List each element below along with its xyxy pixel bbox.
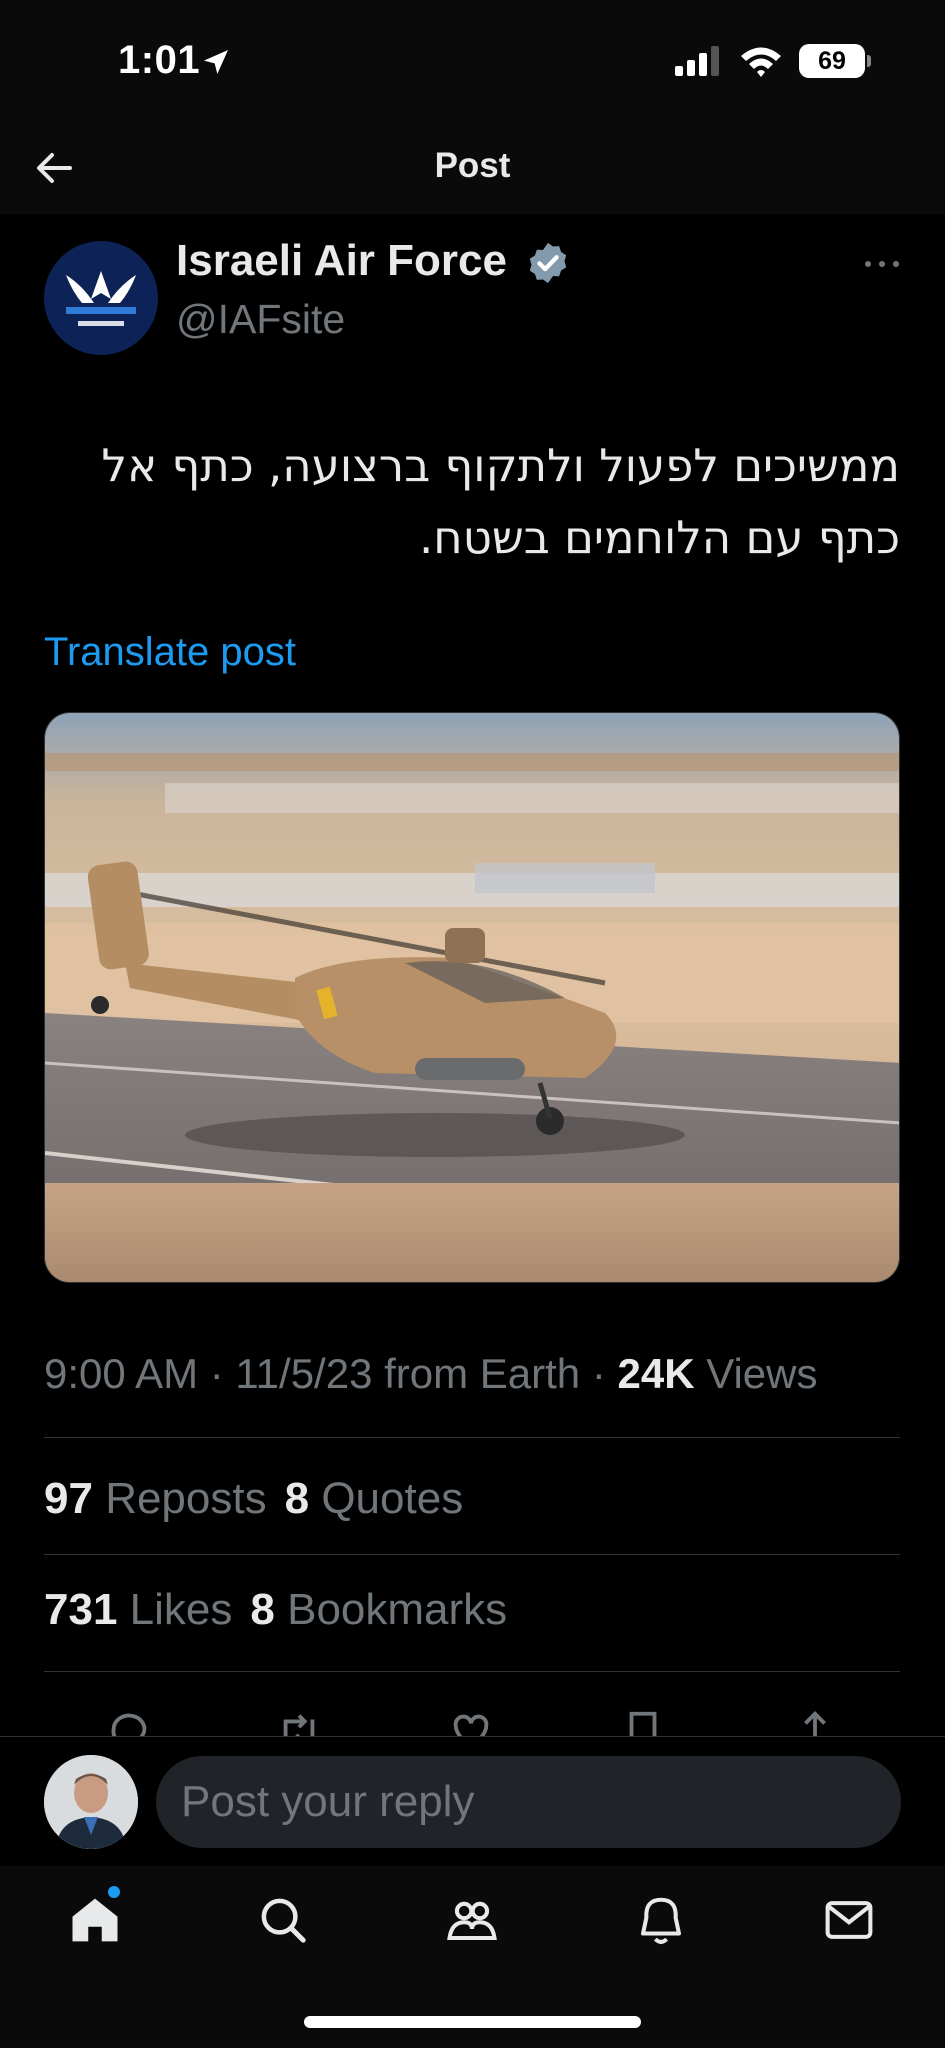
post-actions — [0, 1700, 945, 1740]
post-text-line: כתף עם הלוחמים בשטח. — [418, 511, 900, 564]
reposts-label: Reposts — [105, 1474, 267, 1523]
user-photo — [44, 1755, 138, 1849]
author-name[interactable]: Israeli Air Force — [176, 236, 507, 286]
author-handle[interactable]: @IAFsite — [176, 296, 345, 343]
likes-count: 731 — [44, 1585, 118, 1634]
location-arrow-icon — [204, 50, 228, 74]
iaf-logo-icon — [44, 241, 158, 355]
signal-icon — [675, 46, 719, 76]
home-notification-dot — [108, 1886, 120, 1898]
likes-bookmarks-stats: 731 Likes 8 Bookmarks — [44, 1585, 507, 1635]
more-options-icon[interactable] — [862, 256, 902, 272]
helicopter-photo — [45, 713, 899, 1282]
author-avatar[interactable] — [44, 241, 158, 355]
bookmarks-count: 8 — [250, 1585, 275, 1634]
likes-stat[interactable]: 731 Likes — [44, 1585, 232, 1634]
status-bar: 1:01 69 — [0, 0, 945, 120]
top-nav: Post — [0, 120, 945, 214]
reposts-stat[interactable]: 97 Reposts — [44, 1474, 267, 1523]
post-text: ממשיכים לפעול ולתקוף ברצועה, כתף אל כתף … — [44, 430, 900, 574]
divider — [44, 1554, 900, 1555]
post-photo-helicopter[interactable] — [44, 712, 900, 1283]
status-time: 1:01 — [118, 38, 201, 82]
translate-post-link[interactable]: Translate post — [44, 630, 296, 675]
views-label: Views — [694, 1350, 818, 1397]
verified-badge-icon — [529, 242, 567, 284]
views-count: 24K — [617, 1350, 695, 1397]
bookmarks-label: Bookmarks — [287, 1585, 508, 1634]
quotes-label: Quotes — [321, 1474, 464, 1523]
reply-placeholder: Post your reply — [181, 1777, 475, 1826]
current-user-avatar[interactable] — [44, 1755, 138, 1849]
battery-icon: 69 — [799, 44, 871, 78]
post-meta: 9:00 AM · 11/5/23 from Earth · 24K Views — [44, 1350, 818, 1398]
post-text-line: ממשיכים לפעול ולתקוף ברצועה, כתף אל — [101, 439, 900, 492]
divider — [44, 1671, 900, 1672]
post-timestamp: 9:00 AM · 11/5/23 from Earth · — [44, 1350, 618, 1397]
reply-input[interactable]: Post your reply — [156, 1756, 901, 1848]
divider — [44, 1437, 900, 1438]
bookmarks-stat[interactable]: 8 Bookmarks — [250, 1585, 507, 1634]
notifications-icon[interactable] — [634, 1893, 688, 1947]
quotes-count: 8 — [284, 1474, 310, 1523]
quotes-stat[interactable]: 8 Quotes — [285, 1474, 464, 1523]
home-indicator[interactable] — [304, 2016, 641, 2028]
home-icon[interactable] — [68, 1893, 122, 1947]
messages-icon[interactable] — [822, 1893, 876, 1947]
communities-icon[interactable] — [445, 1893, 499, 1947]
battery-level: 69 — [818, 46, 846, 75]
repost-quote-stats: 97 Reposts 8 Quotes — [44, 1474, 463, 1524]
reposts-count: 97 — [44, 1474, 93, 1523]
wifi-icon — [741, 47, 781, 77]
search-icon[interactable] — [256, 1893, 310, 1947]
likes-label: Likes — [129, 1585, 233, 1634]
status-indicators: 69 — [675, 44, 871, 78]
page-title: Post — [434, 146, 511, 185]
